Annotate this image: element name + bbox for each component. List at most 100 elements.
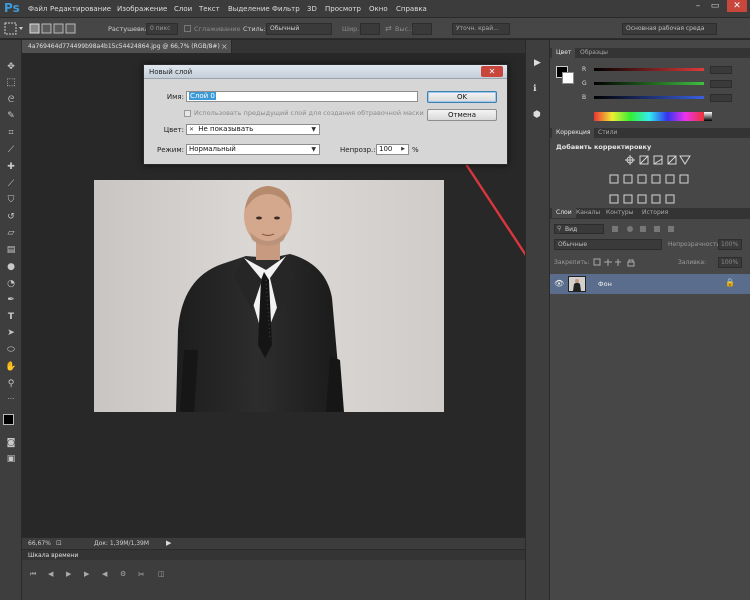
tab-styles[interactable]: Стили bbox=[594, 128, 621, 138]
tab-paths[interactable]: Контуры bbox=[602, 208, 637, 218]
opacity-dialog-input[interactable]: 100 ▶ bbox=[376, 144, 409, 155]
minimize-button[interactable]: – bbox=[690, 0, 706, 12]
green-slider[interactable] bbox=[594, 82, 704, 85]
dialog-close-button[interactable]: ✕ bbox=[481, 66, 503, 77]
menu-layers[interactable]: Слои bbox=[174, 5, 192, 13]
hand-tool-icon[interactable]: ✋ bbox=[3, 360, 19, 374]
split-scissors-icon[interactable]: ✂ bbox=[138, 570, 145, 579]
brush-icon[interactable]: ⟋ bbox=[3, 177, 19, 191]
transition-icon[interactable]: ◫ bbox=[158, 570, 165, 578]
clip-mask-checkbox[interactable] bbox=[184, 110, 191, 117]
gradient-icon[interactable]: ▤ bbox=[3, 243, 19, 257]
marquee-tool-icon[interactable] bbox=[4, 22, 26, 35]
blue-slider[interactable] bbox=[594, 96, 704, 99]
fill-input[interactable]: 100% bbox=[718, 257, 742, 268]
pen-icon[interactable]: ✒ bbox=[3, 293, 19, 307]
screen-mode-icon[interactable]: ▣ bbox=[3, 452, 19, 466]
style-select[interactable]: Обычный bbox=[266, 23, 332, 35]
layer-filter-icon-row[interactable] bbox=[610, 225, 740, 233]
selection-mode-icon[interactable] bbox=[28, 22, 83, 35]
status-preview-icon[interactable]: ⊡ bbox=[56, 539, 62, 547]
dodge-icon[interactable]: ◔ bbox=[3, 277, 19, 291]
zoom-tool-icon[interactable]: ⚲ bbox=[3, 377, 19, 391]
layer-row-background[interactable]: 👁 Фон 🔒 bbox=[550, 274, 750, 294]
lasso-icon[interactable]: ᘓ bbox=[3, 93, 19, 107]
maximize-button[interactable]: ▭ bbox=[707, 0, 723, 12]
tab-channels[interactable]: Каналы bbox=[572, 208, 604, 218]
layer-filter-select[interactable]: ⚲ Вид bbox=[554, 224, 604, 234]
document-close-icon[interactable]: × bbox=[221, 42, 228, 51]
height-input[interactable] bbox=[412, 23, 432, 35]
eyedropper-icon[interactable]: ⟋ bbox=[3, 143, 19, 157]
eraser-icon[interactable]: ▱ bbox=[3, 226, 19, 240]
color-select[interactable]: ✕ Не показывать ▼ bbox=[186, 124, 320, 135]
settings-gear-icon[interactable]: ⚙ bbox=[120, 570, 126, 578]
layer-name-input[interactable]: Слой 0 bbox=[186, 91, 418, 102]
red-value-input[interactable] bbox=[710, 66, 732, 74]
document-image[interactable] bbox=[94, 180, 444, 412]
close-window-button[interactable]: ✕ bbox=[727, 0, 747, 12]
blur-icon[interactable]: ● bbox=[3, 260, 19, 274]
menu-filter[interactable]: Фильтр bbox=[272, 5, 300, 13]
zoom-level[interactable]: 66,67% bbox=[28, 540, 51, 547]
menu-edit[interactable]: Редактирование bbox=[50, 5, 111, 13]
3d-cube-icon[interactable]: ⬢ bbox=[533, 110, 541, 120]
tab-swatches[interactable]: Образцы bbox=[576, 48, 612, 58]
ok-button[interactable]: OK bbox=[427, 91, 497, 103]
type-tool-icon[interactable]: T bbox=[3, 310, 19, 324]
menu-image[interactable]: Изображение bbox=[117, 5, 167, 13]
bw-ramp[interactable] bbox=[704, 112, 712, 121]
ellipse-tool-icon[interactable]: ⬭ bbox=[3, 343, 19, 357]
refine-edge-button[interactable]: Уточн. край... bbox=[452, 23, 510, 35]
green-value-input[interactable] bbox=[710, 80, 732, 88]
color-bg-swatch[interactable] bbox=[562, 72, 574, 84]
mode-select[interactable]: Нормальный ▼ bbox=[186, 144, 320, 155]
tab-history[interactable]: История bbox=[638, 208, 672, 218]
blend-mode-select[interactable]: Обычные bbox=[554, 239, 662, 250]
first-frame-icon[interactable]: ⏮ bbox=[30, 570, 36, 579]
opacity-input[interactable]: 100% bbox=[718, 239, 742, 250]
play-actions-icon[interactable]: ▶ bbox=[534, 58, 541, 68]
foreground-color-swatch[interactable] bbox=[3, 414, 14, 425]
menu-file[interactable]: Файл bbox=[28, 5, 47, 13]
prev-frame-icon[interactable]: ◀ bbox=[48, 570, 53, 578]
quick-mask-icon[interactable]: ◙ bbox=[3, 436, 19, 450]
cancel-button[interactable]: Отмена bbox=[427, 109, 497, 121]
quick-select-icon[interactable]: ✎ bbox=[3, 109, 19, 123]
layer-lock-icon[interactable]: 🔒 bbox=[725, 278, 735, 287]
dialog-titlebar[interactable]: Новый слой ✕ bbox=[144, 65, 507, 79]
menu-window[interactable]: Окно bbox=[369, 5, 388, 13]
history-brush-icon[interactable]: ↺ bbox=[3, 210, 19, 224]
more-tools-icon[interactable]: ··· bbox=[3, 392, 19, 406]
blue-value-input[interactable] bbox=[710, 94, 732, 102]
opacity-stepper-icon[interactable]: ▶ bbox=[401, 145, 405, 154]
crop-icon[interactable]: ⌗ bbox=[3, 126, 19, 140]
feather-input[interactable]: 0 пикс bbox=[146, 23, 178, 35]
menu-type[interactable]: Текст bbox=[199, 5, 220, 13]
healing-brush-icon[interactable]: ✚ bbox=[3, 160, 19, 174]
adjustment-icons-grid[interactable] bbox=[606, 155, 696, 215]
lock-options-icon[interactable] bbox=[592, 258, 642, 267]
rect-marquee-icon[interactable]: ⬚ bbox=[3, 76, 19, 90]
audio-icon[interactable]: ◀ bbox=[102, 570, 107, 578]
document-tab[interactable]: 4a769464d774499b98a4b15c54424864.jpg @ 6… bbox=[22, 40, 232, 53]
play-icon[interactable]: ▶ bbox=[66, 570, 71, 578]
menu-3d[interactable]: 3D bbox=[307, 5, 317, 13]
path-select-icon[interactable]: ➤ bbox=[3, 326, 19, 340]
menu-view[interactable]: Просмотр bbox=[325, 5, 361, 13]
tab-adjustments[interactable]: Коррекция bbox=[552, 128, 595, 138]
move-tool-icon[interactable]: ✥ bbox=[3, 60, 19, 74]
menu-select[interactable]: Выделение bbox=[228, 5, 270, 13]
clone-stamp-icon[interactable]: ⛉ bbox=[3, 193, 19, 207]
tab-color[interactable]: Цвет bbox=[552, 48, 576, 58]
next-frame-icon[interactable]: ▶ bbox=[84, 570, 89, 578]
spectrum-bar[interactable] bbox=[594, 112, 704, 121]
menu-help[interactable]: Справка bbox=[396, 5, 427, 13]
visibility-eye-icon[interactable]: 👁 bbox=[554, 279, 564, 288]
antialias-checkbox[interactable] bbox=[184, 25, 191, 32]
info-icon[interactable]: ℹ bbox=[533, 84, 536, 94]
status-menu-arrow-icon[interactable]: ▶ bbox=[166, 539, 171, 547]
width-input[interactable] bbox=[360, 23, 380, 35]
swap-icon[interactable]: ⇄ bbox=[385, 24, 392, 33]
red-slider[interactable] bbox=[594, 68, 704, 71]
